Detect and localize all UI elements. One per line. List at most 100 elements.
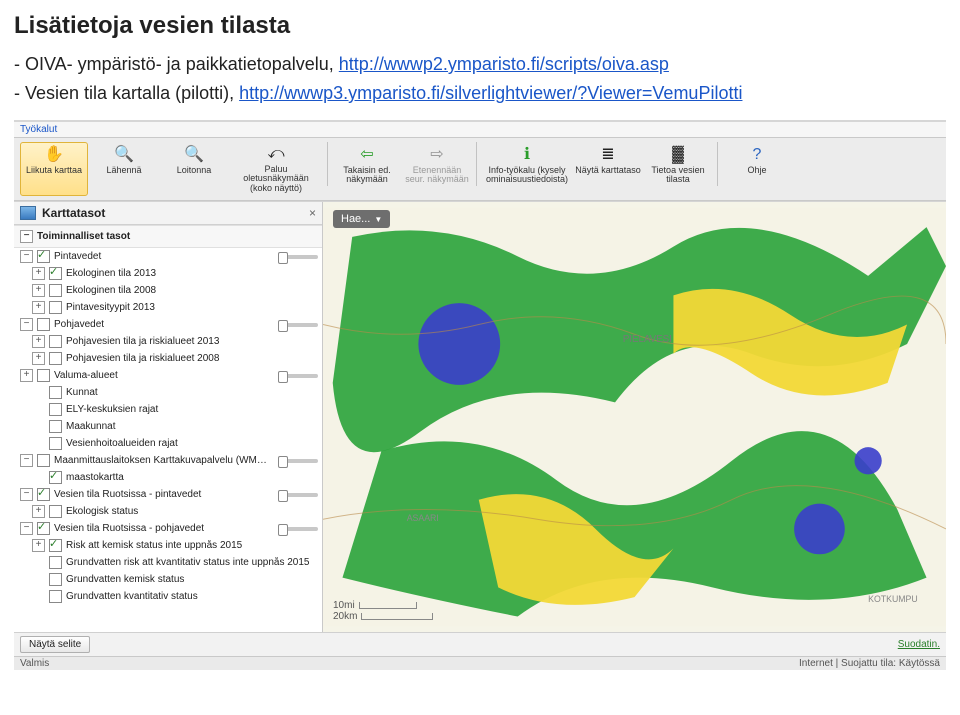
layers-stack-icon <box>20 206 36 220</box>
layer-checkbox[interactable] <box>49 352 62 365</box>
layer-row[interactable]: Grundvatten risk att kvantitativ status … <box>14 554 322 571</box>
tool-layers[interactable]: ≣Näytä karttataso <box>574 142 642 196</box>
expand-icon[interactable]: + <box>32 335 45 348</box>
layer-checkbox[interactable] <box>37 522 50 535</box>
expand-icon[interactable]: − <box>20 488 33 501</box>
tool-zoom-out-label: Loitonna <box>177 166 212 175</box>
expand-icon[interactable]: − <box>20 522 33 535</box>
expand-icon[interactable]: + <box>32 352 45 365</box>
expand-icon[interactable]: + <box>32 267 45 280</box>
layer-row[interactable]: + Ekologisk status <box>14 503 322 520</box>
layer-row[interactable]: + Ekologinen tila 2008 <box>14 282 322 299</box>
layer-checkbox[interactable] <box>37 454 50 467</box>
layer-row[interactable]: Vesienhoitoalueiden rajat <box>14 435 322 452</box>
status-bar: Valmis Internet | Suojattu tila: Käytöss… <box>14 656 946 670</box>
layer-checkbox[interactable] <box>49 590 62 603</box>
layer-checkbox[interactable] <box>49 556 62 569</box>
link-vemu[interactable]: http://wwwp3.ymparisto.fi/silverlightvie… <box>239 83 742 103</box>
layer-checkbox[interactable] <box>49 386 62 399</box>
layer-label: Ekologinen tila 2008 <box>66 285 318 296</box>
tool-forward: ⇨Etenennään seur. näkymään <box>403 142 471 196</box>
layer-row[interactable]: −Pintavedet <box>14 248 322 265</box>
expand-icon[interactable]: + <box>32 301 45 314</box>
layer-row[interactable]: Grundvatten kemisk status <box>14 571 322 588</box>
show-legend-button[interactable]: Näytä selite <box>20 636 90 653</box>
layer-row[interactable]: +Ekologinen tila 2013 <box>14 265 322 282</box>
expand-icon[interactable]: − <box>20 454 33 467</box>
tool-pan[interactable]: ✋Liikuta karttaa <box>20 142 88 196</box>
layer-label: Grundvatten risk att kvantitativ status … <box>66 557 318 568</box>
layer-checkbox[interactable] <box>49 267 62 280</box>
layer-checkbox[interactable] <box>37 318 50 331</box>
layer-row[interactable]: +Risk att kemisk status inte uppnås 2015 <box>14 537 322 554</box>
opacity-slider[interactable] <box>278 255 318 259</box>
tab-tyokalut[interactable]: Työkalut <box>14 122 946 138</box>
layer-checkbox[interactable] <box>37 250 50 263</box>
opacity-slider[interactable] <box>278 459 318 463</box>
layer-row[interactable]: ELY-keskuksien rajat <box>14 401 322 418</box>
expand-icon[interactable]: − <box>20 318 33 331</box>
tool-help[interactable]: ?Ohje <box>723 142 791 196</box>
layers-section-title: Toiminnalliset tasot <box>37 231 130 242</box>
layer-checkbox[interactable] <box>49 437 62 450</box>
layer-row[interactable]: maastokartta <box>14 469 322 486</box>
tool-help-label: Ohje <box>747 166 766 175</box>
expand-icon[interactable]: − <box>20 250 33 263</box>
opacity-slider[interactable] <box>278 323 318 327</box>
layer-row[interactable]: +Pohjavesien tila ja riskialueet 2008 <box>14 350 322 367</box>
expand-icon[interactable]: + <box>32 284 45 297</box>
tool-zoom-in[interactable]: 🔍Lähennä <box>90 142 158 196</box>
layer-checkbox[interactable] <box>49 301 62 314</box>
layer-checkbox[interactable] <box>49 471 62 484</box>
layer-row[interactable]: +Pohjavesien tila ja riskialueet 2013 <box>14 333 322 350</box>
layers-section-head[interactable]: − Toiminnalliset tasot <box>14 225 322 248</box>
layer-row[interactable]: +Valuma-alueet <box>14 367 322 384</box>
layer-row[interactable]: − Vesien tila Ruotsissa - pintavedet <box>14 486 322 503</box>
filter-link[interactable]: Suodatin. <box>898 639 940 650</box>
layer-checkbox[interactable] <box>37 488 50 501</box>
layer-label: Ekologisk status <box>66 506 318 517</box>
layer-row[interactable]: Maakunnat <box>14 418 322 435</box>
tool-layers-label: Näytä karttataso <box>575 166 641 175</box>
opacity-slider[interactable] <box>278 374 318 378</box>
layer-checkbox[interactable] <box>49 539 62 552</box>
layer-checkbox[interactable] <box>49 505 62 518</box>
expand-icon[interactable]: + <box>32 539 45 552</box>
layer-checkbox[interactable] <box>49 335 62 348</box>
opacity-slider[interactable] <box>278 493 318 497</box>
close-icon[interactable]: × <box>309 206 316 220</box>
layer-checkbox[interactable] <box>37 369 50 382</box>
layer-checkbox[interactable] <box>49 573 62 586</box>
layer-row[interactable]: Kunnat <box>14 384 322 401</box>
layer-checkbox[interactable] <box>49 284 62 297</box>
map-canvas[interactable]: PIELAVESI ASAARI KOTKUMPU Hae... ▼ 10mi … <box>323 202 946 632</box>
tool-back[interactable]: ⇦Takaisin ed. näkymään <box>333 142 401 196</box>
layer-checkbox[interactable] <box>49 403 62 416</box>
layer-row[interactable]: −Maanmittauslaitoksen Karttakuvapalvelu … <box>14 452 322 469</box>
layer-label: Vesien tila Ruotsissa - pintavedet <box>54 489 270 500</box>
map-label-pielavesi: PIELAVESI <box>623 334 672 345</box>
search-label: Hae... <box>341 213 370 225</box>
opacity-slider[interactable] <box>278 527 318 531</box>
layer-row[interactable]: Grundvatten kvantitativ status <box>14 588 322 605</box>
section-collapse-icon[interactable]: − <box>20 230 33 243</box>
tool-water-info[interactable]: ▓Tietoa vesien tilasta <box>644 142 712 196</box>
status-zone: Internet | Suojattu tila: Käytössä <box>799 658 940 669</box>
tool-water-info-label: Tietoa vesien tilasta <box>645 166 711 185</box>
tool-zoom-out[interactable]: 🔍Loitonna <box>160 142 228 196</box>
tool-info[interactable]: ℹInfo-työkalu (kysely ominaisuustiedoist… <box>482 142 572 196</box>
layer-row[interactable]: −Pohjavedet <box>14 316 322 333</box>
layer-row[interactable]: − Vesien tila Ruotsissa - pohjavedet <box>14 520 322 537</box>
expand-icon[interactable]: + <box>20 369 33 382</box>
expand-icon[interactable]: + <box>32 505 45 518</box>
layer-label: Vesien tila Ruotsissa - pohjavedet <box>54 523 270 534</box>
toolbar: ✋Liikuta karttaa 🔍Lähennä 🔍Loitonna ⤺Pal… <box>14 138 946 201</box>
layer-label: maastokartta <box>66 472 318 483</box>
tool-home[interactable]: ⤺Paluu oletusnäkymään (koko näyttö) <box>230 142 322 196</box>
search-dropdown[interactable]: Hae... ▼ <box>333 210 390 228</box>
link-oiva[interactable]: http://wwwp2.ymparisto.fi/scripts/oiva.a… <box>339 54 669 74</box>
bullet-1-text: - OIVA- ympäristö- ja paikkatietopalvelu… <box>14 54 339 74</box>
app-footer: Näytä selite Suodatin. <box>14 632 946 656</box>
layer-row[interactable]: +Pintavesityypit 2013 <box>14 299 322 316</box>
layer-checkbox[interactable] <box>49 420 62 433</box>
